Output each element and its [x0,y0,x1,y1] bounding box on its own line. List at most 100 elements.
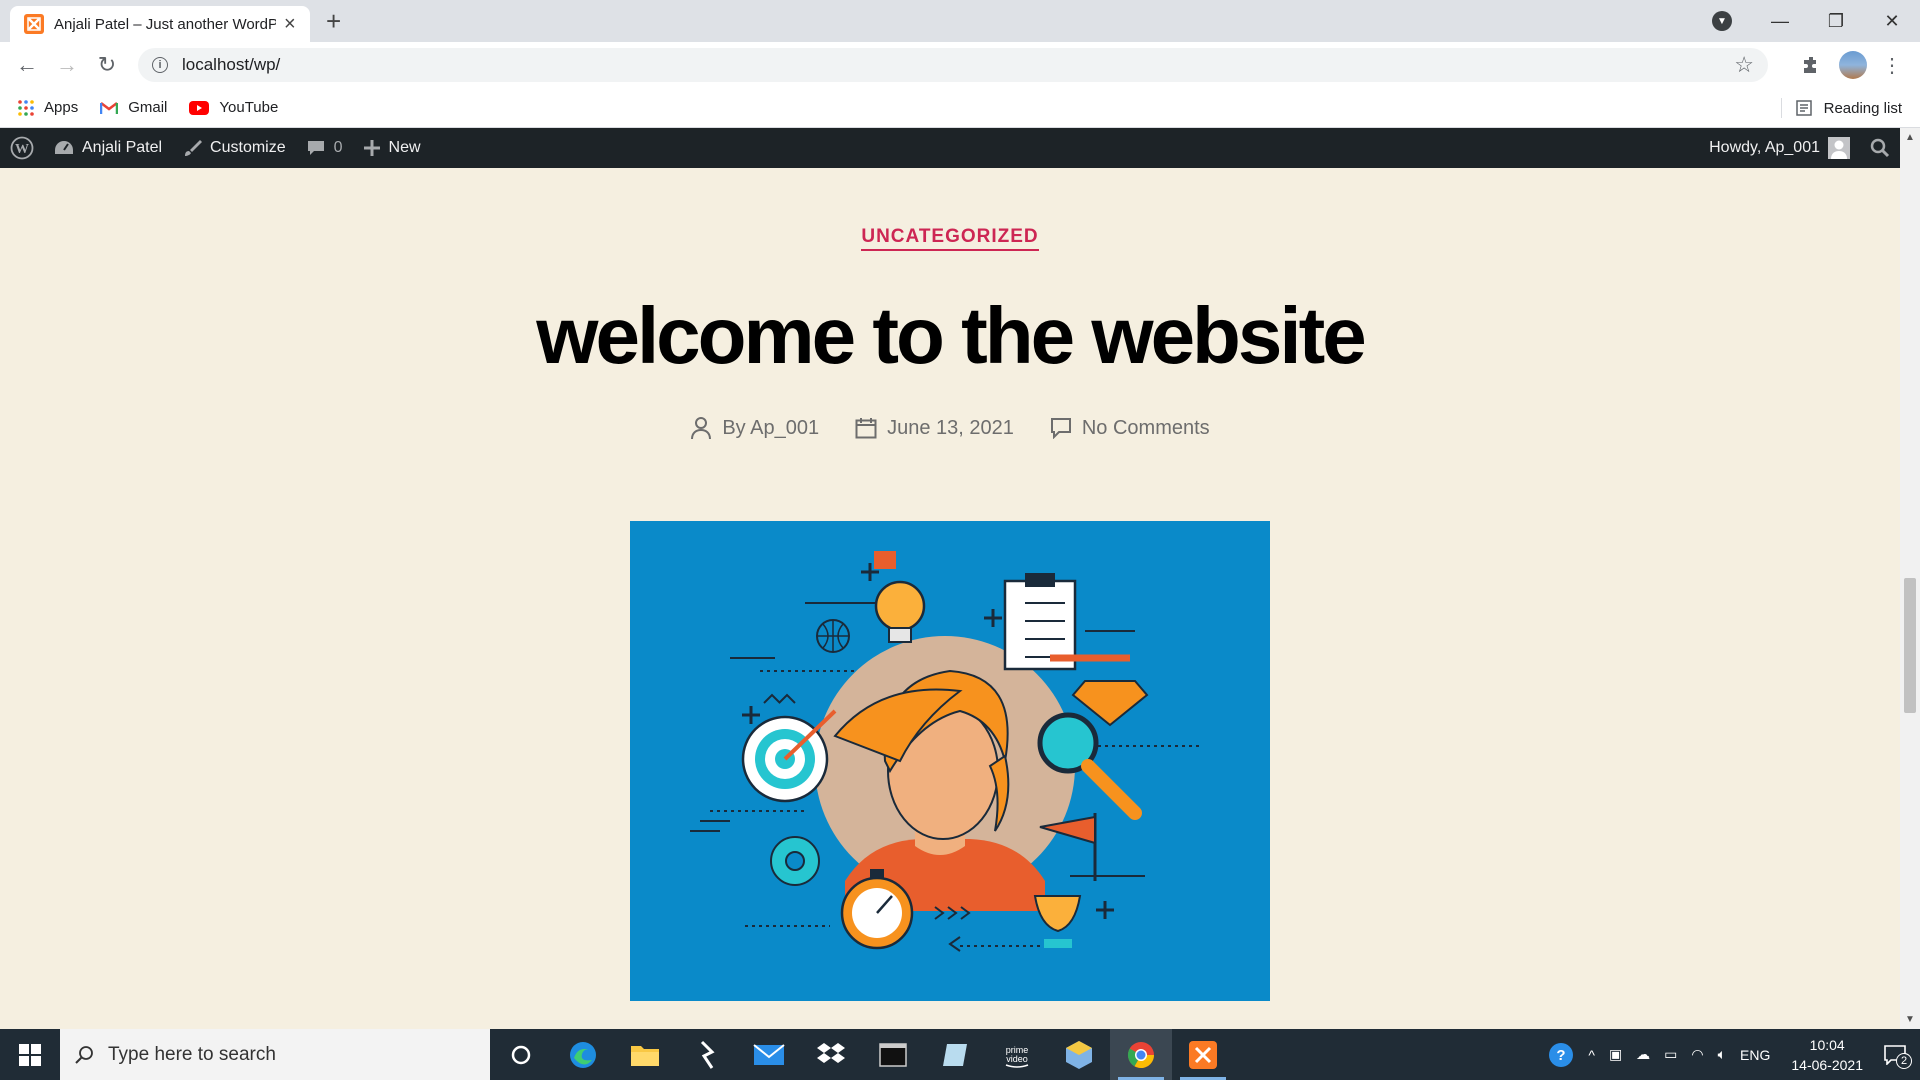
chrome-icon[interactable] [1110,1029,1172,1080]
author-link[interactable]: By Ap_001 [722,417,819,440]
new-content-menu[interactable]: New [353,128,431,168]
url-text: localhost/wp/ [182,55,281,74]
plus-icon [363,139,381,157]
howdy-text: Howdy, Ap_001 [1709,139,1820,156]
fork-app-icon[interactable] [676,1029,738,1080]
comments-link[interactable]: 0 [296,128,353,168]
forward-icon[interactable]: → [52,50,82,80]
comment-bubble-icon [306,138,326,158]
post-category: UNCATEGORIZED [0,226,1900,251]
restore-icon[interactable]: ❐ [1808,11,1864,32]
terminal-icon[interactable] [862,1029,924,1080]
site-info-icon[interactable]: i [152,57,168,73]
xampp-taskbar-icon[interactable] [1172,1029,1234,1080]
bookmark-youtube[interactable]: YouTube [189,99,278,116]
post-meta: By Ap_001 June 13, 2021 No Comments [0,416,1900,440]
chevron-up-icon[interactable]: ^ [1588,1047,1595,1063]
address-bar[interactable]: i localhost/wp/ ☆ [138,48,1768,82]
customize-link[interactable]: Customize [172,128,296,168]
youtube-icon [189,100,210,115]
browser-toolbar: ← → ↻ i localhost/wp/ ☆ ⋮ [0,42,1920,88]
wordpress-logo-icon: W [10,136,34,160]
onedrive-icon[interactable]: ☁ [1636,1046,1650,1063]
gmail-icon [100,101,119,115]
profile-avatar[interactable] [1838,50,1868,80]
edge-icon[interactable] [552,1029,614,1080]
site-name-menu[interactable]: Anjali Patel [44,128,172,168]
page-scrollbar[interactable]: ▲ ▼ [1900,128,1920,1029]
taskbar-search[interactable]: Type here to search [60,1029,490,1080]
bookmark-star-icon[interactable]: ☆ [1734,52,1754,78]
my-account-menu[interactable]: Howdy, Ap_001 [1699,128,1860,168]
bookmark-apps[interactable]: Apps [18,99,78,116]
woman-productivity-illustration [690,551,1200,952]
browser-tab-strip: Anjali Patel – Just another WordP × + ▼ … [0,0,1920,42]
bookmark-gmail[interactable]: Gmail [100,99,167,116]
user-avatar-icon [1828,137,1850,159]
back-icon[interactable]: ← [12,50,42,80]
bookmark-label: Gmail [128,99,168,116]
clock[interactable]: 10:04 14-06-2021 [1791,1035,1863,1075]
dropbox-icon[interactable] [800,1029,862,1080]
tab-close-icon[interactable]: × [284,14,296,34]
minimize-icon[interactable]: — [1752,11,1808,32]
svg-text:W: W [15,142,29,157]
reading-list-icon [1795,100,1812,116]
calendar-icon [855,418,877,439]
person-icon [691,417,712,440]
prime-video-icon[interactable]: prime video [986,1029,1048,1080]
admin-search-icon[interactable] [1860,128,1900,168]
featured-image [630,521,1270,1001]
reading-list-label: Reading list [1823,99,1902,117]
window-controls: — ❐ ✕ [1752,0,1920,42]
language-indicator[interactable]: ENG [1740,1047,1770,1063]
svg-text:?: ? [1557,1047,1566,1064]
volume-icon[interactable]: 🔈︎ [1718,1046,1726,1063]
notification-count-badge: 2 [1896,1052,1912,1069]
hexagon-app-icon[interactable] [1048,1029,1110,1080]
notifications-icon[interactable]: 2 [1884,1044,1912,1069]
comments-link[interactable]: No Comments [1082,417,1210,440]
customize-label: Customize [210,139,286,156]
category-link[interactable]: UNCATEGORIZED [861,226,1039,251]
reload-icon[interactable]: ↻ [92,50,122,80]
svg-text:video: video [1006,1054,1028,1064]
scroll-up-icon[interactable]: ▲ [1905,132,1915,143]
reading-list-button[interactable]: Reading list [1795,88,1902,128]
browser-tab[interactable]: Anjali Patel – Just another WordP × [10,6,310,42]
post-page: UNCATEGORIZED welcome to the website By … [0,168,1900,1029]
admin-bar-secondary: Howdy, Ap_001 [1699,128,1900,168]
comments-count: 0 [333,139,343,156]
tab-search-icon[interactable]: ▼ [1712,11,1732,31]
cortana-icon[interactable] [490,1029,552,1080]
new-label: New [388,139,421,156]
start-button[interactable] [0,1029,60,1080]
wp-logo-menu[interactable]: W [0,128,44,168]
tab-title: Anjali Patel – Just another WordP [54,15,276,33]
wifi-icon[interactable]: ◠ [1691,1046,1703,1063]
post-date: June 13, 2021 [855,416,1014,440]
wp-admin-bar: W Anjali Patel Customize 0 New Howdy, Ap… [0,128,1900,168]
extensions-icon[interactable] [1796,50,1826,80]
clock-time: 10:04 [1809,1036,1845,1053]
date-link[interactable]: June 13, 2021 [887,417,1014,440]
file-explorer-icon[interactable] [614,1029,676,1080]
notes-app-icon[interactable] [924,1029,986,1080]
scrollbar-thumb[interactable] [1904,578,1916,713]
system-tray: ? ^ ▣ ☁ ▭ ◠ 🔈︎ ENG 10:04 14-06-2021 2 [1541,1029,1920,1080]
clock-date: 14-06-2021 [1791,1056,1863,1073]
post-author: By Ap_001 [690,416,819,440]
post-comments: No Comments [1050,416,1210,440]
help-icon[interactable]: ? [1548,1042,1574,1068]
device-icon[interactable]: ▣ [1609,1046,1622,1063]
scroll-down-icon[interactable]: ▼ [1905,1014,1915,1025]
mail-icon[interactable] [738,1029,800,1080]
brush-icon [182,138,203,158]
close-window-icon[interactable]: ✕ [1864,11,1920,32]
new-tab-icon[interactable]: + [326,8,341,34]
comment-icon [1050,418,1071,439]
menu-icon[interactable]: ⋮ [1880,50,1904,80]
battery-icon[interactable]: ▭ [1664,1046,1677,1063]
windows-taskbar: Type here to search prime video ? ^ ▣ ☁ … [0,1029,1920,1080]
bookmark-label: Apps [44,99,79,116]
